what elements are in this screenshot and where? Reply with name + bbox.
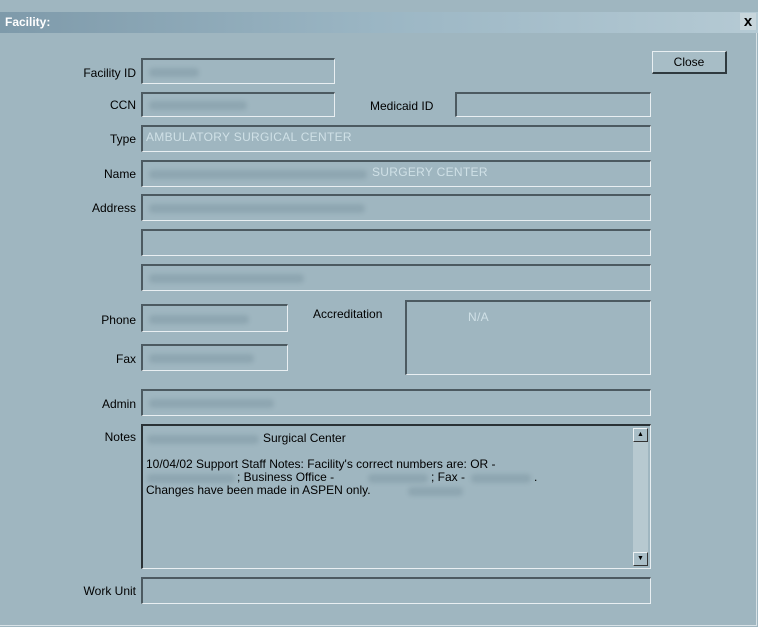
notes-scrollbar[interactable]: ▲ ▼	[633, 428, 648, 566]
close-window-icon[interactable]: x	[740, 13, 756, 30]
medicaid-id-label: Medicaid ID	[370, 99, 434, 113]
notes-line-4: Changes have been made in ASPEN only.	[146, 483, 371, 497]
redacted-value	[149, 354, 254, 363]
phone-label: Phone	[101, 313, 136, 327]
fax-label: Fax	[115, 352, 136, 366]
phone-field[interactable]	[141, 304, 288, 332]
redacted-value	[408, 487, 463, 496]
facility-id-field[interactable]	[141, 58, 335, 84]
notes-textarea[interactable]: Surgical Center 10/04/02 Support Staff N…	[141, 424, 651, 569]
notes-line-3b: ; Fax -	[431, 470, 466, 484]
redacted-value	[149, 101, 247, 110]
close-button-label: Close	[673, 55, 705, 69]
type-label: Type	[109, 132, 136, 146]
ccn-label: CCN	[110, 98, 136, 112]
scroll-down-arrow-icon[interactable]: ▼	[633, 552, 648, 566]
accreditation-label: Accreditation	[313, 307, 383, 321]
work-unit-field[interactable]	[141, 577, 651, 604]
redacted-value	[149, 68, 199, 77]
ccn-field[interactable]	[141, 92, 335, 117]
admin-label: Admin	[101, 397, 136, 411]
work-unit-label: Work Unit	[83, 584, 136, 598]
redacted-value	[149, 315, 249, 324]
address-line3-field[interactable]	[141, 264, 651, 291]
address-label: Address	[91, 201, 136, 215]
redacted-value	[149, 204, 365, 213]
close-button[interactable]: Close	[652, 51, 727, 74]
notes-line-3c: .	[534, 470, 538, 484]
accreditation-field[interactable]: N/A	[405, 300, 651, 375]
window-title: Facility:	[5, 15, 51, 29]
redacted-value	[147, 474, 235, 483]
name-label: Name	[103, 167, 136, 181]
redacted-value	[368, 474, 428, 483]
medicaid-id-field[interactable]	[455, 92, 651, 117]
redacted-value	[149, 274, 304, 283]
name-field[interactable]: SURGERY CENTER	[141, 160, 651, 187]
notes-line-2: 10/04/02 Support Staff Notes: Facility's…	[146, 457, 496, 471]
type-field[interactable]: AMBULATORY SURGICAL CENTER	[141, 125, 651, 152]
facility-id-label: Facility ID	[83, 66, 136, 80]
fax-field[interactable]	[141, 344, 288, 371]
notes-label: Notes	[104, 430, 136, 444]
type-value: AMBULATORY SURGICAL CENTER	[146, 130, 352, 144]
notes-content: Surgical Center 10/04/02 Support Staff N…	[146, 432, 626, 497]
accreditation-value: N/A	[468, 310, 489, 324]
redacted-value	[471, 474, 531, 483]
address-line1-field[interactable]	[141, 194, 651, 221]
address-line2-field[interactable]	[141, 229, 651, 256]
redacted-value	[149, 399, 274, 408]
notes-line-1: Surgical Center	[263, 431, 346, 445]
title-bar: Facility: x	[0, 12, 758, 33]
admin-field[interactable]	[141, 389, 651, 416]
scroll-up-arrow-icon[interactable]: ▲	[633, 428, 648, 442]
redacted-value	[147, 435, 259, 444]
name-suffix-value: SURGERY CENTER	[372, 165, 488, 179]
redacted-value	[149, 170, 367, 179]
